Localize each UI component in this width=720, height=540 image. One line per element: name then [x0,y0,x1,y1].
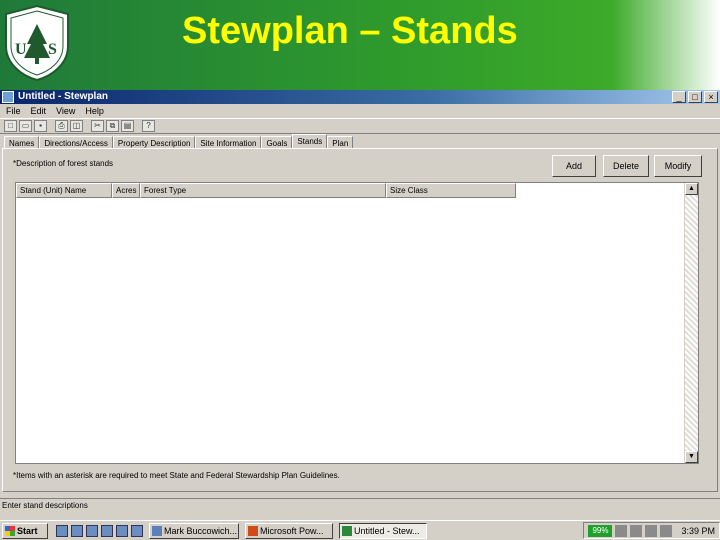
required-fields-note: *Items with an asterisk are required to … [13,471,340,480]
desktop-icon[interactable] [71,524,83,537]
cut-icon[interactable]: ✂ [91,120,104,132]
column-acres[interactable]: Acres [112,183,140,198]
slide-header: U S Stewplan – Stands [0,0,720,90]
modify-button[interactable]: Modify [654,155,702,177]
scroll-up-arrow-icon[interactable]: ▲ [685,183,698,195]
copy-icon[interactable]: ⧉ [106,120,119,132]
app-icon [2,91,14,103]
new-icon[interactable]: □ [4,120,17,132]
taskbar-item-powerpoint[interactable]: Microsoft Pow... [245,522,333,539]
browser-icon[interactable] [56,524,68,537]
stands-table[interactable]: Stand (Unit) Name Acres Forest Type Size… [15,182,699,464]
outlook-icon[interactable] [86,524,98,537]
network-tray-icon[interactable] [630,524,643,537]
menubar: File Edit View Help [0,104,720,118]
status-bar: Enter stand descriptions [0,498,720,512]
tab-stands[interactable]: Stands [292,134,328,149]
start-label: Start [17,525,38,536]
delete-button[interactable]: Delete [603,155,649,177]
scroll-down-arrow-icon[interactable]: ▼ [685,451,698,463]
antivirus-icon[interactable] [645,524,658,537]
windows-logo-icon [5,525,15,536]
preview-icon[interactable]: ◫ [70,120,83,132]
column-stand-name[interactable]: Stand (Unit) Name [16,183,112,198]
help-icon[interactable]: ? [142,120,155,132]
slide-title: Stewplan – Stands [182,10,518,52]
mail-app-icon [152,525,162,536]
window-title: Untitled - Stewplan [18,91,108,102]
taskbar-item-stewplan[interactable]: Untitled - Stew... [339,522,427,539]
explorer-icon[interactable] [101,524,113,537]
display-icon[interactable] [660,524,673,537]
svg-text:U: U [15,41,27,58]
stands-section-label: *Description of forest stands [13,159,114,168]
table-vertical-scrollbar[interactable]: ▲ ▼ [684,183,698,463]
app-window: Untitled - Stewplan _ □ × File Edit View… [0,90,720,520]
stands-table-header: Stand (Unit) Name Acres Forest Type Size… [16,183,516,198]
paste-icon[interactable]: ▤ [121,120,134,132]
add-button[interactable]: Add [552,155,596,177]
taskbar-item-mail[interactable]: Mark Buccowich... [149,522,239,539]
forest-service-shield-logo: U S [5,4,69,82]
system-tray: 99% 3:39 PM [583,522,720,539]
powerpoint-icon [248,525,258,536]
open-icon[interactable]: ▭ [19,120,32,132]
minimize-button[interactable]: _ [672,91,686,103]
clock[interactable]: 3:39 PM [681,526,715,536]
speaker-icon[interactable] [615,524,628,537]
close-button[interactable]: × [704,91,718,103]
print-icon[interactable]: ⎙ [55,120,68,132]
windows-taskbar: Start Mark Buccowich... Microsoft Pow...… [0,520,720,540]
tab-strip: Names Directions/Access Property Descrip… [4,134,354,149]
taskbar-item-label: Microsoft Pow... [260,525,324,536]
quick-launch [56,524,143,537]
menu-edit[interactable]: Edit [31,104,47,118]
start-button[interactable]: Start [2,522,48,539]
svg-text:S: S [48,41,57,58]
network-icon[interactable] [116,524,128,537]
stewplan-icon [342,525,352,536]
column-size-class[interactable]: Size Class [386,183,516,198]
maximize-button[interactable]: □ [688,91,702,103]
window-titlebar[interactable]: Untitled - Stewplan _ □ × [0,90,720,104]
taskbar-item-label: Mark Buccowich... [164,525,238,536]
menu-view[interactable]: View [56,104,75,118]
mail-icon[interactable] [131,524,143,537]
save-icon[interactable]: ▪ [34,120,47,132]
taskbar-item-label: Untitled - Stew... [354,525,420,536]
tray-badge[interactable]: 99% [588,524,613,537]
column-forest-type[interactable]: Forest Type [140,183,386,198]
menu-file[interactable]: File [6,104,21,118]
toolbar: □ ▭ ▪ ⎙ ◫ ✂ ⧉ ▤ ? [0,118,720,134]
stands-panel: *Description of forest stands Add Delete… [2,148,718,492]
menu-help[interactable]: Help [85,104,104,118]
